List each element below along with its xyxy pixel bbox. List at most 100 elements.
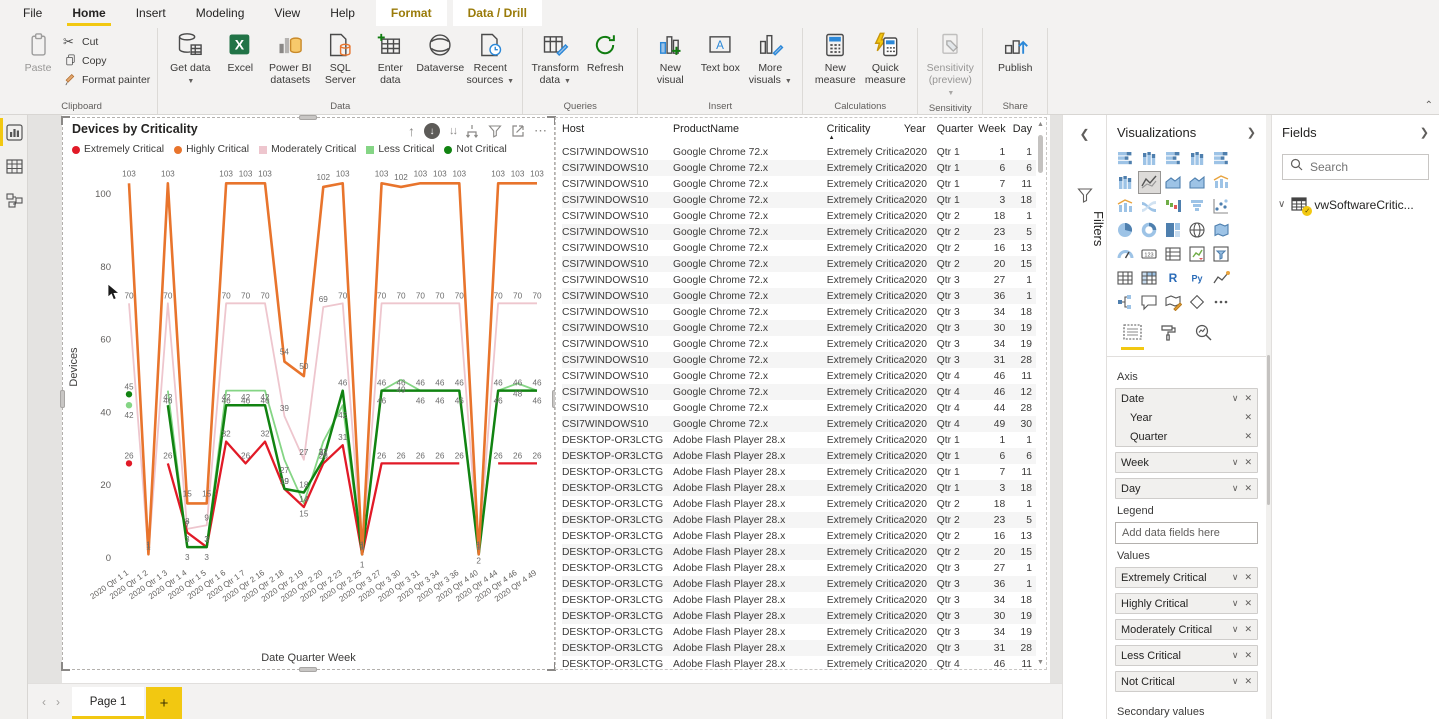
format-tab[interactable] bbox=[1160, 324, 1177, 350]
table-row[interactable]: DESKTOP-OR3LCTGAdobe Flash Player 28.xEx… bbox=[562, 544, 1036, 560]
quick-measure-button[interactable]: Quick measure bbox=[860, 28, 910, 89]
ribbon-tab-view[interactable]: View bbox=[259, 0, 315, 26]
table-scrollbar[interactable]: ▲ ▼ bbox=[1036, 121, 1045, 666]
ribbon-chart-icon[interactable] bbox=[1138, 195, 1161, 218]
field-dropdown-icon[interactable]: ∨ bbox=[1232, 393, 1239, 404]
get-data-button[interactable]: Get data ▼ bbox=[165, 28, 215, 89]
dataset-table-item[interactable]: ∨✓vwSoftwareCritic... bbox=[1272, 188, 1439, 221]
field-pill-extremely-critical[interactable]: Extremely Critical∨✕ bbox=[1116, 568, 1257, 587]
ribbon-tab-home[interactable]: Home bbox=[57, 0, 120, 26]
refresh-button[interactable]: Refresh bbox=[580, 28, 630, 77]
selection-edge-handle[interactable] bbox=[60, 390, 65, 408]
column-header-day[interactable]: Day bbox=[1009, 123, 1036, 135]
table-row[interactable]: CSI7WINDOWS10Google Chrome 72.xExtremely… bbox=[562, 272, 1036, 288]
sensitivity-preview--button[interactable]: Sensitivity (preview) ▼ bbox=[925, 28, 975, 101]
previous-page-icon[interactable]: ‹ bbox=[42, 695, 46, 709]
stacked-column-chart-icon[interactable] bbox=[1138, 147, 1161, 170]
remove-field-icon[interactable]: ✕ bbox=[1244, 483, 1252, 494]
table-row[interactable]: DESKTOP-OR3LCTGAdobe Flash Player 28.xEx… bbox=[562, 528, 1036, 544]
table-row[interactable]: DESKTOP-OR3LCTGAdobe Flash Player 28.xEx… bbox=[562, 464, 1036, 480]
remove-field-icon[interactable]: ✕ bbox=[1244, 676, 1252, 687]
field-dropdown-icon[interactable]: ∨ bbox=[1232, 676, 1239, 687]
scroll-down-icon[interactable]: ▼ bbox=[1036, 659, 1045, 666]
scatter-chart-icon[interactable] bbox=[1210, 195, 1233, 218]
slicer-icon[interactable] bbox=[1210, 243, 1233, 266]
table-row[interactable]: CSI7WINDOWS10Google Chrome 72.xExtremely… bbox=[562, 336, 1036, 352]
table-row[interactable]: CSI7WINDOWS10Google Chrome 72.xExtremely… bbox=[562, 192, 1036, 208]
remove-field-icon[interactable]: ✕ bbox=[1244, 572, 1252, 583]
kpi-icon[interactable] bbox=[1186, 243, 1209, 266]
100-stacked-column-chart-icon[interactable] bbox=[1114, 171, 1137, 194]
publish-button[interactable]: Publish bbox=[990, 28, 1040, 77]
column-header-criticality[interactable]: Criticality▲ bbox=[827, 123, 904, 135]
decomposition-tree-icon[interactable] bbox=[1114, 291, 1137, 314]
table-row[interactable]: DESKTOP-OR3LCTGAdobe Flash Player 28.xEx… bbox=[562, 496, 1036, 512]
dataverse-button[interactable]: Dataverse bbox=[415, 28, 465, 77]
table-icon[interactable] bbox=[1114, 267, 1137, 290]
scroll-up-icon[interactable]: ▲ bbox=[1036, 121, 1045, 128]
field-dropdown-icon[interactable]: ∨ bbox=[1232, 598, 1239, 609]
column-header-year[interactable]: Year bbox=[904, 123, 937, 135]
selection-corner-handle[interactable] bbox=[61, 116, 70, 125]
table-row[interactable]: CSI7WINDOWS10Google Chrome 72.xExtremely… bbox=[562, 400, 1036, 416]
new-visual-button[interactable]: New visual bbox=[645, 28, 695, 89]
filters-pane-collapsed[interactable]: ❮ Filters bbox=[1062, 115, 1107, 719]
column-header-quarter[interactable]: Quarter bbox=[937, 123, 979, 135]
scrollbar-thumb[interactable] bbox=[1038, 135, 1043, 173]
fields-search-box[interactable] bbox=[1282, 154, 1429, 180]
table-row[interactable]: DESKTOP-OR3LCTGAdobe Flash Player 28.xEx… bbox=[562, 592, 1036, 608]
line-and-stacked-column-chart-icon[interactable] bbox=[1210, 171, 1233, 194]
table-row[interactable]: DESKTOP-OR3LCTGAdobe Flash Player 28.xEx… bbox=[562, 432, 1036, 448]
remove-field-icon[interactable]: ✕ bbox=[1244, 431, 1252, 442]
collapse-fields-icon[interactable]: ❯ bbox=[1420, 126, 1429, 139]
line-chart-visual[interactable]: Devices by Criticality ↑↓↓↓⋯ Extremely C… bbox=[62, 117, 555, 670]
table-row[interactable]: CSI7WINDOWS10Google Chrome 72.xExtremely… bbox=[562, 240, 1036, 256]
more-options-icon[interactable]: ⋯ bbox=[534, 123, 548, 139]
table-row[interactable]: CSI7WINDOWS10Google Chrome 72.xExtremely… bbox=[562, 304, 1036, 320]
matrix-icon[interactable] bbox=[1138, 267, 1161, 290]
table-row[interactable]: CSI7WINDOWS10Google Chrome 72.xExtremely… bbox=[562, 368, 1036, 384]
ribbon-tab-file[interactable]: File bbox=[8, 0, 57, 26]
report-page[interactable]: Devices by Criticality ↑↓↓↓⋯ Extremely C… bbox=[62, 115, 1050, 683]
table-row[interactable]: CSI7WINDOWS10Google Chrome 72.xExtremely… bbox=[562, 288, 1036, 304]
selection-edge-handle[interactable] bbox=[299, 115, 317, 120]
expand-table-icon[interactable]: ∨ bbox=[1278, 199, 1285, 210]
collapse-visualizations-icon[interactable]: ❯ bbox=[1247, 126, 1256, 139]
stacked-area-chart-icon[interactable] bbox=[1186, 171, 1209, 194]
field-pill-year[interactable]: Year✕ bbox=[1116, 408, 1257, 427]
legend-item[interactable]: Not Critical bbox=[444, 144, 506, 155]
field-dropdown-icon[interactable]: ∨ bbox=[1232, 483, 1239, 494]
expand-all-levels-icon[interactable] bbox=[465, 124, 479, 138]
remove-field-icon[interactable]: ✕ bbox=[1244, 393, 1252, 404]
table-row[interactable]: CSI7WINDOWS10Google Chrome 72.xExtremely… bbox=[562, 208, 1036, 224]
text-box-button[interactable]: AText box bbox=[695, 28, 745, 77]
line-and-clustered-column-chart-icon[interactable] bbox=[1114, 195, 1137, 218]
filter-icon[interactable] bbox=[488, 124, 502, 138]
remove-field-icon[interactable]: ✕ bbox=[1244, 650, 1252, 661]
gauge-icon[interactable] bbox=[1114, 243, 1137, 266]
remove-field-icon[interactable]: ✕ bbox=[1244, 412, 1252, 423]
legend-drop-zone[interactable]: Add data fields here bbox=[1115, 522, 1258, 544]
line-chart-icon[interactable] bbox=[1138, 171, 1161, 194]
excel-button[interactable]: XExcel bbox=[215, 28, 265, 77]
table-row[interactable]: DESKTOP-OR3LCTGAdobe Flash Player 28.xEx… bbox=[562, 656, 1036, 670]
data-view-icon[interactable] bbox=[0, 149, 28, 183]
field-dropdown-icon[interactable]: ∨ bbox=[1232, 572, 1239, 583]
legend-item[interactable]: Extremely Critical bbox=[72, 144, 164, 155]
donut-chart-icon[interactable] bbox=[1138, 219, 1161, 242]
next-page-icon[interactable]: › bbox=[56, 695, 60, 709]
column-header-productname[interactable]: ProductName bbox=[673, 123, 827, 135]
shape-map-icon[interactable] bbox=[1162, 291, 1185, 314]
page-tab[interactable]: Page 1 bbox=[72, 687, 144, 719]
field-pill-date[interactable]: Date∨✕ bbox=[1116, 389, 1257, 408]
stacked-bar-chart-icon[interactable] bbox=[1114, 147, 1137, 170]
column-header-week[interactable]: Week bbox=[978, 123, 1009, 135]
table-row[interactable]: DESKTOP-OR3LCTGAdobe Flash Player 28.xEx… bbox=[562, 448, 1036, 464]
field-dropdown-icon[interactable]: ∨ bbox=[1232, 457, 1239, 468]
remove-field-icon[interactable]: ✕ bbox=[1244, 598, 1252, 609]
selection-edge-handle[interactable] bbox=[299, 667, 317, 672]
more-visuals-icon[interactable] bbox=[1210, 291, 1233, 314]
filled-map-icon[interactable] bbox=[1210, 219, 1233, 242]
expand-next-level-icon[interactable]: ↓↓ bbox=[449, 125, 456, 137]
legend-item[interactable]: Highly Critical bbox=[174, 144, 249, 155]
